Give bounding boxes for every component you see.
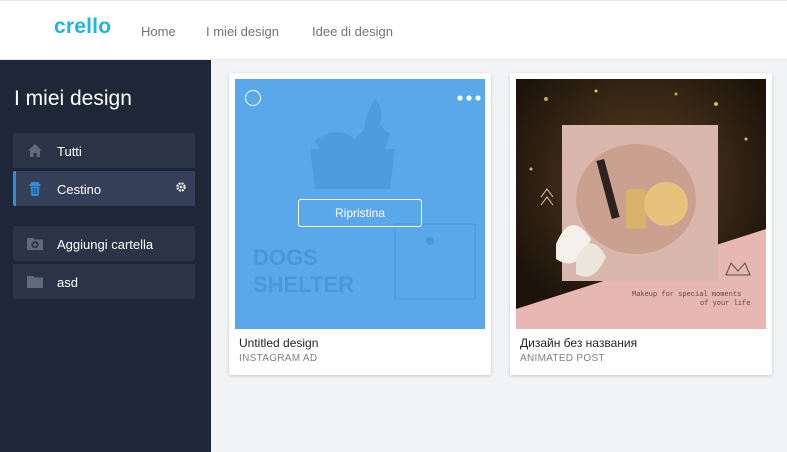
crello-logo[interactable]: crello (54, 15, 111, 39)
design-thumbnail[interactable]: Makeup for special moments of your life (516, 79, 766, 329)
folder-icon (27, 276, 43, 288)
design-card[interactable]: Makeup for special moments of your life … (510, 73, 772, 375)
nav-design-ideas[interactable]: Idee di design (312, 24, 393, 39)
gear-icon[interactable] (175, 181, 187, 193)
more-options-icon[interactable] (457, 95, 481, 101)
design-card[interactable]: DOGS SHELTER Ripristina Untitled design … (229, 73, 491, 375)
design-thumbnail[interactable]: DOGS SHELTER Ripristina (235, 79, 485, 329)
sidebar-item-label: asd (57, 275, 78, 290)
nav-my-designs[interactable]: I miei design (206, 24, 279, 39)
sidebar-item-folder-asd[interactable]: asd (13, 264, 195, 299)
design-type: ANIMATED POST (520, 353, 605, 364)
sidebar: I miei design Tutti Cestino Aggiungi car… (0, 60, 211, 452)
thumbnail-caption: of your life (700, 300, 751, 308)
trash-icon (29, 182, 41, 196)
sidebar-item-label: Aggiungi cartella (57, 237, 154, 252)
thumbnail-text: SHELTER (253, 272, 355, 297)
home-icon (28, 144, 42, 157)
design-title[interactable]: Untitled design (239, 336, 318, 350)
restore-button[interactable]: Ripristina (298, 199, 422, 227)
select-checkbox[interactable] (245, 90, 261, 106)
design-type: INSTAGRAM AD (239, 353, 318, 364)
nav-home[interactable]: Home (141, 24, 176, 39)
sidebar-item-trash[interactable]: Cestino (13, 171, 195, 206)
sidebar-item-all[interactable]: Tutti (13, 133, 195, 168)
sidebar-item-label: Tutti (57, 144, 82, 159)
thumbnail-caption: Makeup for special moments (632, 291, 742, 299)
thumbnail-text: DOGS (253, 245, 318, 270)
add-folder-icon (27, 238, 43, 250)
sidebar-title: I miei design (14, 87, 132, 110)
sidebar-item-label: Cestino (57, 182, 102, 197)
top-bar: crello Home I miei design Idee di design (0, 0, 787, 60)
sidebar-item-add-folder[interactable]: Aggiungi cartella (13, 226, 195, 261)
design-title[interactable]: Дизайн без названия (520, 336, 637, 350)
